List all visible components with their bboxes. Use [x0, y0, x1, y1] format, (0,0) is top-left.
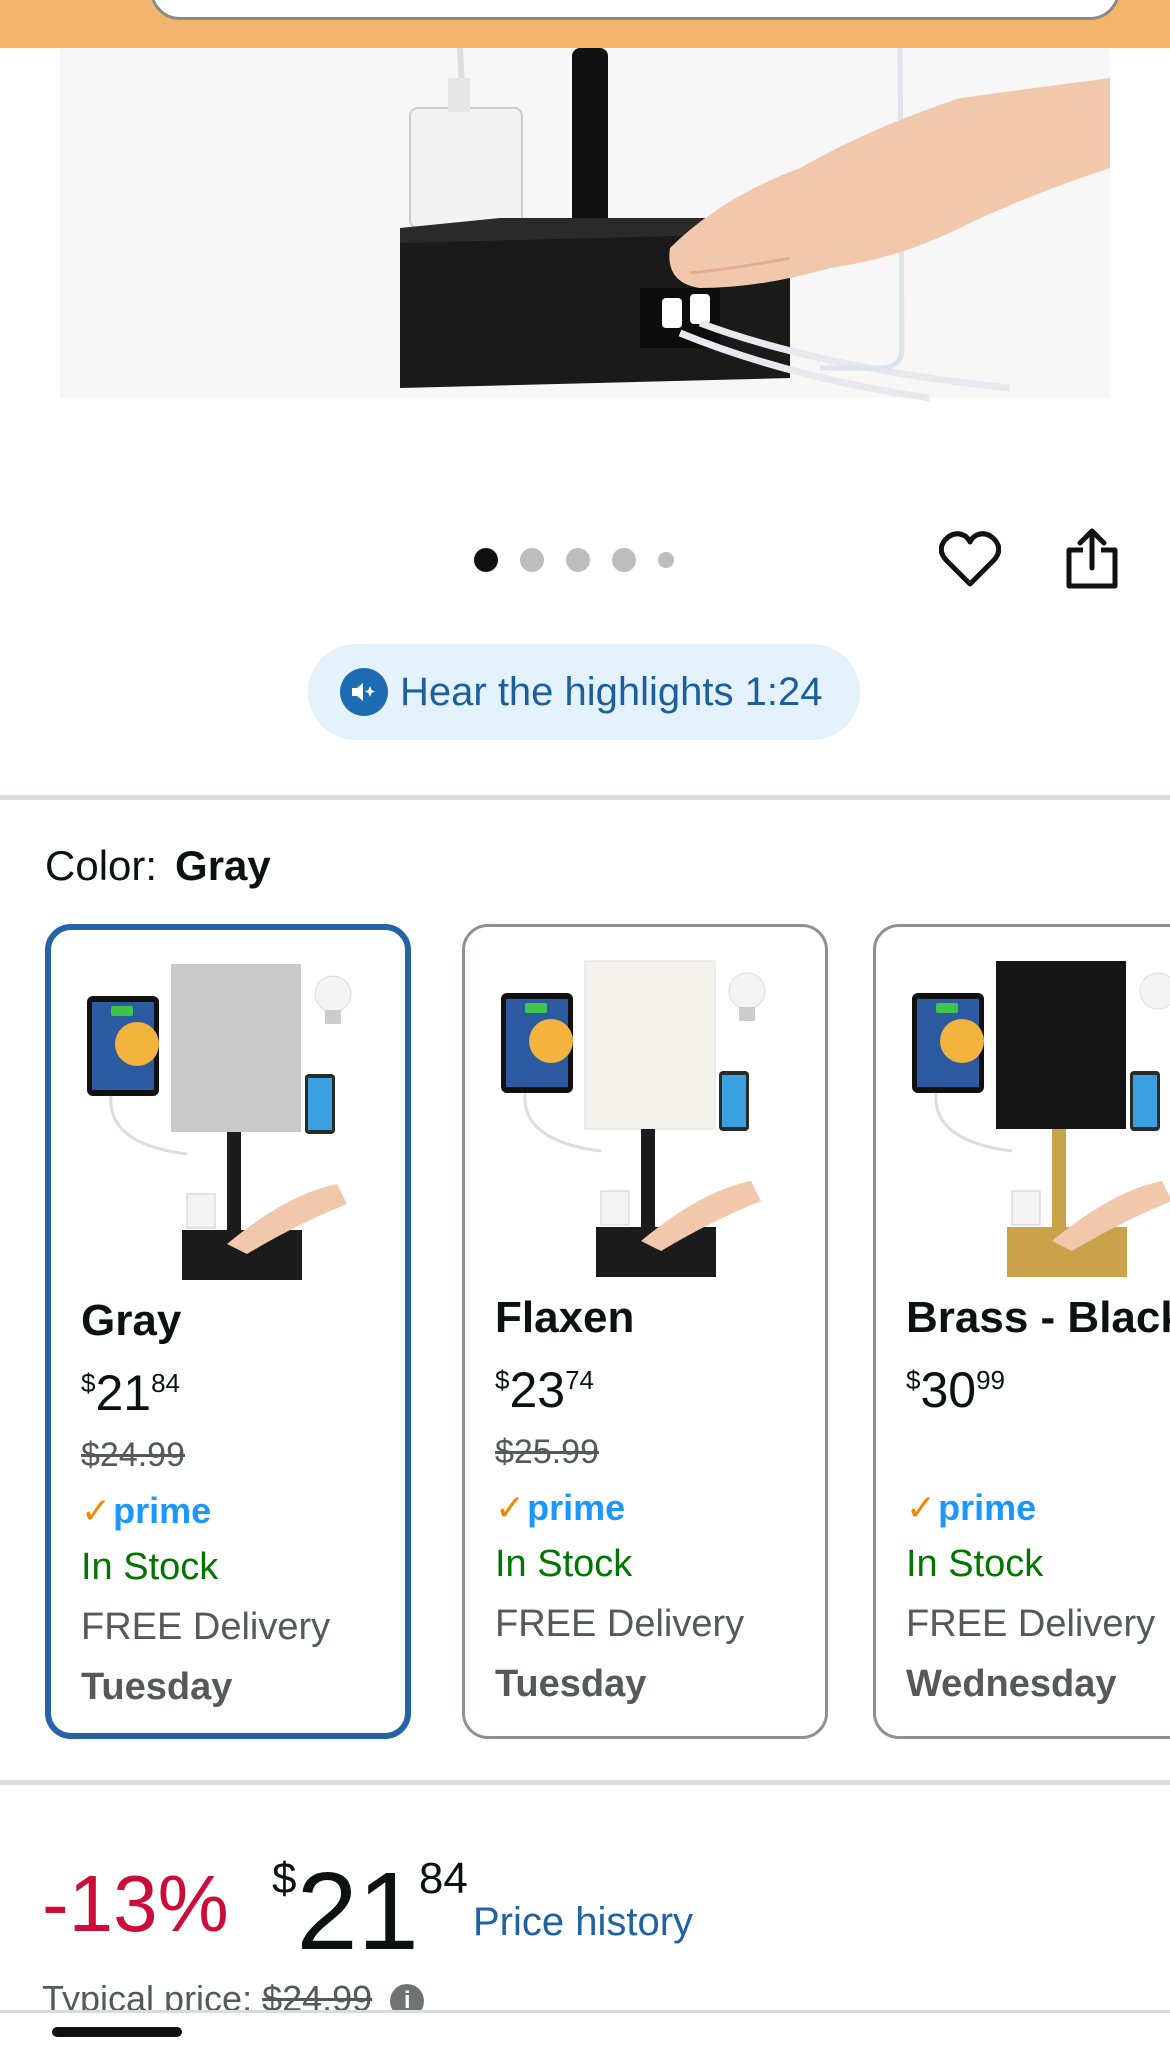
product-page: Hear the highlights 1:24 Color: Gray Gray…	[0, 0, 1170, 2047]
lamp-photo	[60, 48, 1110, 402]
variant-name: Flaxen	[495, 1293, 635, 1342]
share-button[interactable]	[1057, 524, 1127, 594]
header-strip	[0, 0, 1170, 48]
pager-dot[interactable]	[612, 548, 636, 572]
discount-percent: -13%	[42, 1859, 229, 1948]
variant-thumbnail	[902, 951, 1170, 1291]
variant-card-flaxen[interactable]: Flaxen $2374 $25.99 ✓ prime In Stock FREE…	[462, 924, 828, 1739]
variant-name: Gray	[81, 1296, 182, 1345]
color-selector-label: Color: Gray	[45, 842, 271, 890]
variant-card-brass-black[interactable]: Brass - Black $3099 ✓ prime In Stock FREE…	[873, 924, 1170, 1739]
current-price: $2184	[272, 1850, 468, 1973]
variant-thumbnail	[77, 954, 391, 1294]
image-carousel-pager[interactable]	[474, 548, 674, 572]
delivery-day: Tuesday	[81, 1666, 233, 1708]
hear-highlights-label: Hear the highlights 1:24	[400, 669, 823, 714]
delivery-day: Wednesday	[906, 1663, 1117, 1705]
delivery-label: FREE Delivery	[906, 1603, 1156, 1645]
pager-dot[interactable]	[566, 548, 590, 572]
variant-price: $2184	[81, 1365, 181, 1421]
variant-price: $2374	[495, 1362, 595, 1418]
pager-dot[interactable]	[474, 548, 498, 572]
variant-card-gray[interactable]: Gray $2184 $24.99 ✓ prime In Stock FREE D…	[45, 924, 411, 1739]
stock-status: In Stock	[495, 1543, 633, 1585]
variant-list-price: $24.99	[81, 1436, 185, 1474]
color-label: Color:	[45, 842, 158, 889]
section-divider	[0, 795, 1170, 800]
variant-name: Brass - Black	[906, 1293, 1170, 1342]
section-divider	[0, 1780, 1170, 1785]
hear-highlights-button[interactable]: Hear the highlights 1:24	[308, 644, 860, 740]
delivery-day: Tuesday	[495, 1663, 647, 1705]
heart-icon	[939, 531, 1001, 587]
price-history-link[interactable]: Price history	[473, 1900, 693, 1945]
prime-check-icon: ✓	[495, 1487, 526, 1528]
pager-dot[interactable]	[658, 552, 674, 568]
variant-price: $3099	[906, 1362, 1006, 1418]
prime-badge: ✓ prime	[495, 1487, 626, 1528]
audio-sparkle-icon	[340, 668, 388, 716]
product-image[interactable]	[0, 48, 1170, 408]
search-bar[interactable]	[150, 0, 1120, 20]
variant-thumbnail	[491, 951, 805, 1291]
variant-list-price: $25.99	[495, 1433, 599, 1471]
prime-badge: ✓ prime	[81, 1490, 212, 1531]
prime-check-icon: ✓	[81, 1490, 112, 1531]
stock-status: In Stock	[906, 1543, 1044, 1585]
delivery-label: FREE Delivery	[81, 1606, 331, 1648]
stock-status: In Stock	[81, 1546, 219, 1588]
delivery-label: FREE Delivery	[495, 1603, 745, 1645]
pager-dot[interactable]	[520, 548, 544, 572]
color-value: Gray	[175, 842, 271, 889]
home-indicator[interactable]	[52, 2027, 182, 2037]
prime-badge: ✓ prime	[906, 1487, 1037, 1528]
wishlist-button[interactable]	[935, 524, 1005, 594]
prime-check-icon: ✓	[906, 1487, 937, 1528]
share-icon	[1066, 528, 1118, 589]
